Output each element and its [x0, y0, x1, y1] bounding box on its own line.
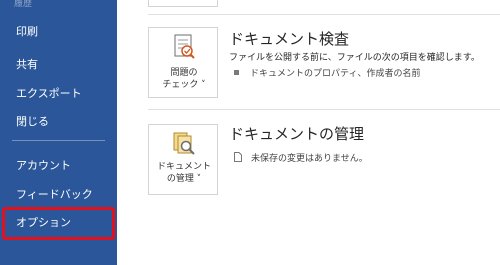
nav-item-share[interactable]: 共有 — [0, 50, 117, 80]
manage-document-button[interactable]: ドキュメント の管理 ˅ — [148, 124, 218, 195]
document-icon — [234, 152, 242, 162]
manage-status-text: 未保存の変更はありません。 — [251, 154, 368, 164]
section-divider — [148, 14, 500, 15]
inspect-bullet-text: ドキュメントのプロパティ、作成者の名前 — [250, 69, 421, 79]
manage-document-label-line1: ドキュメント — [156, 162, 211, 172]
previous-card-edge — [148, 0, 218, 7]
nav-item-history-partial[interactable]: 履歴 — [0, 0, 117, 8]
nav-item-export[interactable]: エクスポート — [0, 79, 117, 109]
manage-document-label-line2: の管理 ˅ — [166, 174, 202, 184]
nav-item-print[interactable]: 印刷 — [0, 17, 117, 47]
inspect-document-title: ドキュメント検査 — [229, 30, 350, 48]
bullet-square-icon — [234, 70, 239, 75]
nav-item-close[interactable]: 閉じる — [0, 107, 117, 137]
inspect-document-description: ファイルを公開する前に、ファイルの次の項目を確認します。 — [229, 53, 480, 63]
check-for-issues-label-line2: チェック ˅ — [162, 80, 206, 90]
inspect-document-icon — [174, 34, 195, 59]
manage-status-item: 未保存の変更はありません。 — [234, 152, 368, 165]
nav-item-account[interactable]: アカウント — [0, 151, 117, 181]
manage-document-icon — [173, 132, 195, 155]
nav-divider — [12, 140, 105, 141]
check-for-issues-button[interactable]: 問題の チェック ˅ — [148, 27, 218, 98]
backstage-nav: 履歴 印刷 共有 エクスポート 閉じる アカウント フィードバック オプション — [0, 0, 117, 265]
inspect-bullet-item: ドキュメントのプロパティ、作成者の名前 — [234, 68, 420, 80]
section-divider — [148, 109, 500, 110]
manage-document-title: ドキュメントの管理 — [229, 125, 365, 143]
manage-document-label: ドキュメント の管理 ˅ — [149, 161, 219, 185]
nav-item-feedback[interactable]: フィードバック — [0, 180, 117, 210]
options-highlight-box — [2, 207, 115, 240]
check-for-issues-label: 問題の チェック ˅ — [149, 67, 219, 91]
main-pane: 問題の チェック ˅ ドキュメント検査 ファイルを公開する前に、ファイルの次の項… — [117, 0, 500, 265]
check-for-issues-label-line1: 問題の — [170, 68, 198, 78]
